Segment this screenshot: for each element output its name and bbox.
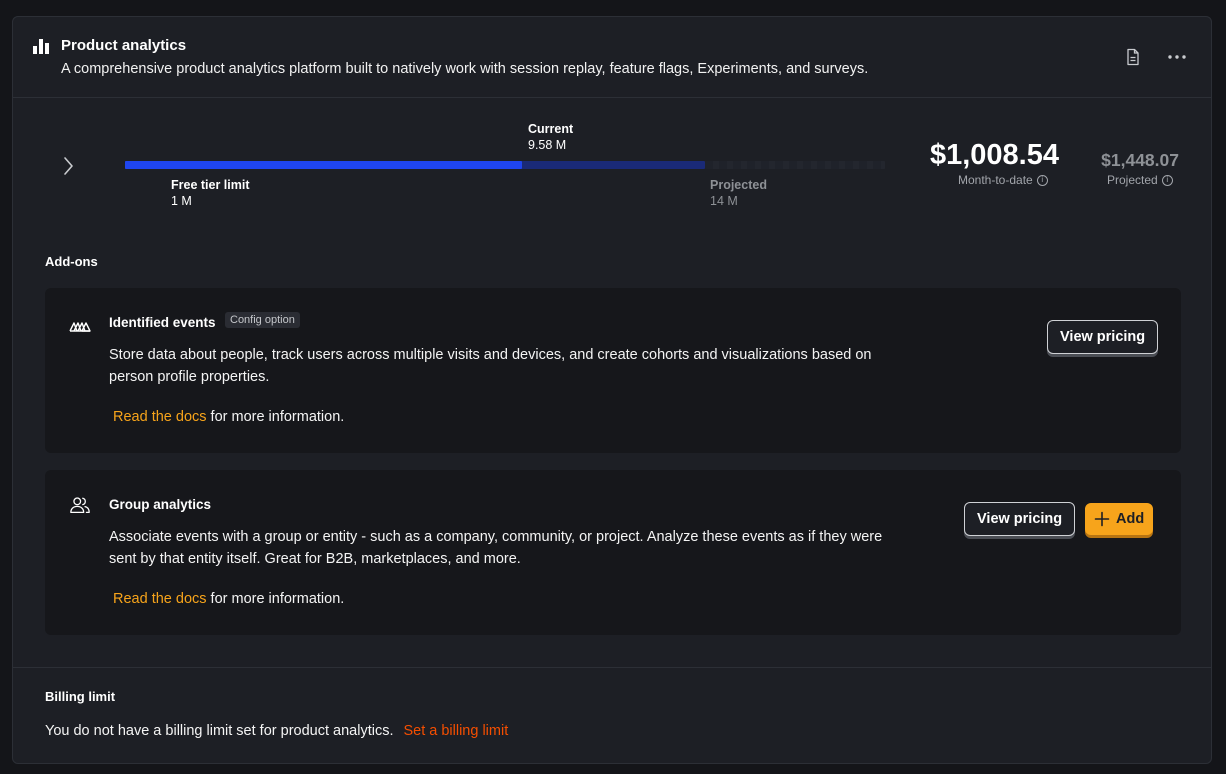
free-tier-value: 1 M (171, 194, 192, 208)
set-billing-limit-link[interactable]: Set a billing limit (403, 723, 508, 739)
docs-line: Read the docs for more information. (113, 409, 344, 425)
info-icon[interactable]: i (1161, 174, 1173, 186)
more-horizontal-icon (1168, 55, 1186, 59)
addon-title: Group analytics (109, 497, 212, 512)
docs-suffix: for more information. (206, 409, 345, 425)
expand-chevron-icon[interactable] (61, 155, 77, 177)
read-the-docs-link[interactable]: Read the docs (113, 591, 207, 607)
bar-chart-icon (33, 39, 49, 54)
add-label: Add (1116, 511, 1145, 527)
more-options-button[interactable] (1165, 45, 1189, 69)
usage-bar-current-fill (125, 161, 522, 169)
month-to-date-label: Month-to-date (958, 173, 1033, 187)
projected-cost-label: Projected (1107, 173, 1158, 187)
billing-limit-message: You do not have a billing limit set for … (45, 723, 508, 739)
free-tier-label: Free tier limit (171, 178, 250, 192)
current-label: Current (528, 122, 574, 136)
people-icon (70, 497, 90, 513)
addon-title: Identified events (109, 315, 216, 330)
section-divider (13, 667, 1211, 668)
info-icon[interactable]: i (1036, 174, 1048, 186)
addon-description: Store data about people, track users acr… (109, 347, 872, 385)
product-description: A comprehensive product analytics platfo… (61, 61, 869, 77)
config-option-badge: Config option (225, 312, 300, 328)
document-icon (1127, 48, 1139, 66)
addon-group-analytics: Group analytics Associate events with a … (45, 470, 1181, 635)
docs-button[interactable] (1121, 45, 1145, 69)
addon-identified-events: Identified events Config option Store da… (45, 288, 1181, 453)
month-to-date-amount: $1,008.54 (929, 139, 1059, 171)
plus-icon (1094, 511, 1110, 527)
identified-events-icon (69, 322, 91, 332)
product-title: Product analytics (61, 37, 187, 54)
card-header: Product analytics A comprehensive produc… (13, 17, 1211, 98)
billing-limit-text: You do not have a billing limit set for … (45, 723, 394, 739)
docs-line: Read the docs for more information. (113, 591, 344, 607)
current-value: 9.58 M (528, 138, 567, 152)
projected-caption: Projected i (1107, 173, 1173, 187)
projected-usage-value: 14 M (710, 194, 738, 208)
addons-section-title: Add-ons (45, 254, 98, 269)
view-pricing-button[interactable]: View pricing (1047, 320, 1159, 354)
projected-amount: $1,448.07 (1101, 150, 1179, 170)
usage-bar (125, 161, 705, 169)
read-the-docs-link[interactable]: Read the docs (113, 409, 207, 425)
month-to-date-caption: Month-to-date i (958, 173, 1048, 187)
docs-suffix: for more information. (206, 591, 345, 607)
add-addon-button[interactable]: Add (1085, 503, 1154, 535)
billing-limit-title: Billing limit (45, 689, 116, 704)
addon-description: Associate events with a group or entity … (109, 529, 883, 567)
view-pricing-button[interactable]: View pricing (964, 502, 1076, 536)
usage-bar-projected (705, 161, 885, 169)
projected-usage-label: Projected (710, 178, 767, 192)
product-analytics-card: Product analytics A comprehensive produc… (12, 16, 1212, 764)
